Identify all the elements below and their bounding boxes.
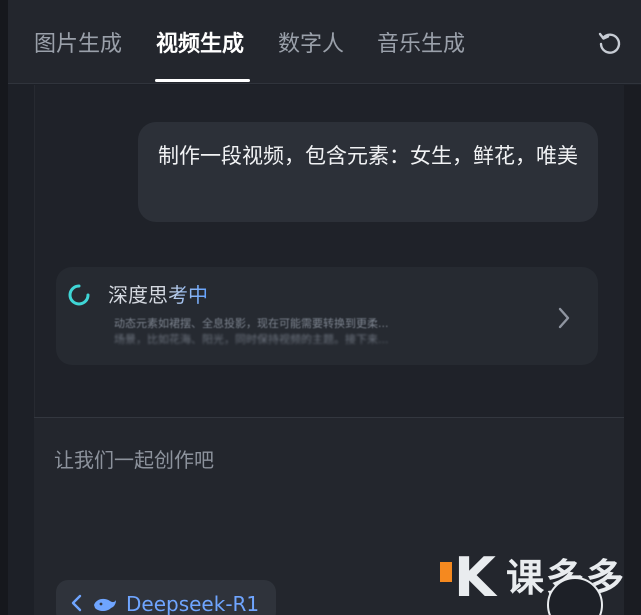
deep-thinking-card[interactable]: 深度思考中 动态元素如裙摆、全息投影，现在可能需要转换到更柔... 场景，比如花… bbox=[56, 267, 598, 365]
whale-icon bbox=[94, 598, 116, 611]
model-selector-button[interactable]: Deepseek-R1 bbox=[56, 580, 276, 615]
app-window: 图片生成 视频生成 数字人 音乐生成 制作一段视频，包含元素：女生，鲜花，唯美 … bbox=[0, 0, 641, 615]
active-tab-indicator bbox=[155, 79, 250, 82]
model-name: Deepseek-R1 bbox=[126, 592, 260, 615]
refresh-icon[interactable] bbox=[597, 31, 623, 57]
loading-spinner-icon bbox=[68, 284, 90, 306]
user-message-bubble: 制作一段视频，包含元素：女生，鲜花，唯美 bbox=[138, 122, 598, 222]
tab-digital-human[interactable]: 数字人 bbox=[278, 30, 344, 60]
watermark-bar bbox=[440, 562, 452, 582]
left-edge bbox=[0, 0, 8, 615]
watermark-letter: K bbox=[454, 546, 496, 609]
tab-music-generation[interactable]: 音乐生成 bbox=[377, 30, 465, 60]
thinking-fade-mask bbox=[108, 339, 508, 365]
chevron-left-icon bbox=[71, 594, 82, 612]
tab-image-generation[interactable]: 图片生成 bbox=[34, 30, 122, 60]
tab-video-generation[interactable]: 视频生成 bbox=[156, 30, 244, 60]
tab-bar: 图片生成 视频生成 数字人 音乐生成 bbox=[8, 0, 641, 84]
right-strip bbox=[624, 85, 641, 615]
watermark-logo: K 课多多 bbox=[440, 548, 641, 615]
thinking-title: 深度思考中 bbox=[108, 283, 208, 307]
prompt-input[interactable] bbox=[54, 440, 594, 480]
thinking-preview-line: 动态元素如裙摆、全息投影，现在可能需要转换到更柔... bbox=[114, 317, 389, 330]
chevron-right-icon[interactable] bbox=[555, 305, 573, 331]
